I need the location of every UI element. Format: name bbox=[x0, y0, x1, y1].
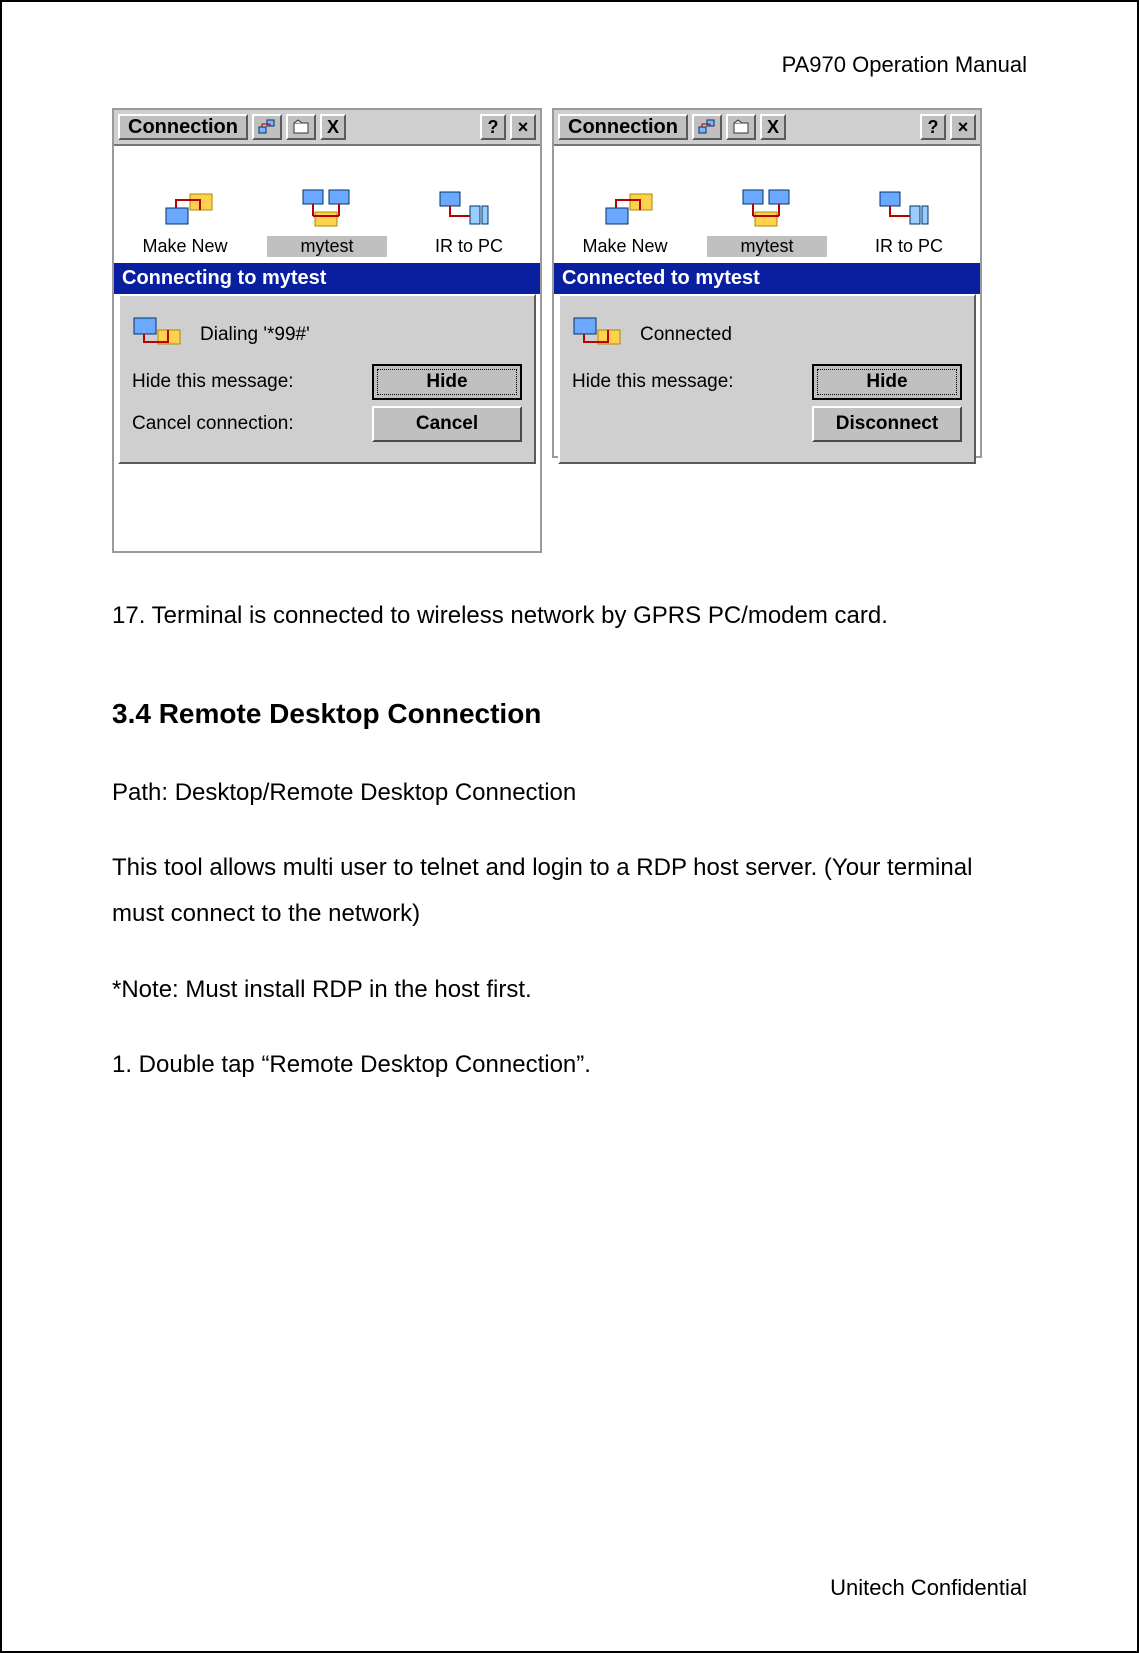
document-body: 17. Terminal is connected to wireless ne… bbox=[112, 593, 1027, 1088]
mytest-icon[interactable] bbox=[292, 184, 362, 232]
step-1: 1. Double tap “Remote Desktop Connection… bbox=[112, 1042, 1027, 1088]
make-new-icon[interactable] bbox=[155, 184, 225, 232]
close-button[interactable]: × bbox=[510, 114, 536, 140]
label-mytest: mytest bbox=[707, 236, 827, 257]
dialog-title-connected: Connected to mytest bbox=[554, 263, 980, 294]
net-status-icon[interactable] bbox=[692, 114, 722, 140]
connection-labels: Make New mytest IR to PC bbox=[114, 232, 540, 263]
dialog-body-connecting: Dialing '*99#' Hide this message: Hide C… bbox=[118, 294, 536, 464]
ir-to-pc-icon[interactable] bbox=[429, 184, 499, 232]
help-button[interactable]: ? bbox=[480, 114, 506, 140]
dialog-title-connecting: Connecting to mytest bbox=[114, 263, 540, 294]
make-new-icon[interactable] bbox=[595, 184, 665, 232]
modem-icon bbox=[132, 312, 184, 358]
dialog-body-connected: Connected Hide this message: Hide Discon… bbox=[558, 294, 976, 464]
net-status-icon[interactable] bbox=[252, 114, 282, 140]
help-button[interactable]: ? bbox=[920, 114, 946, 140]
cancel-button[interactable]: Cancel bbox=[372, 406, 522, 442]
label-ir-to-pc: IR to PC bbox=[849, 236, 969, 257]
screenshot-connected: Connection X ? × bbox=[552, 108, 982, 458]
label-make-new: Make New bbox=[125, 236, 245, 257]
step-17: 17. Terminal is connected to wireless ne… bbox=[112, 593, 1027, 639]
status-text: Connected bbox=[640, 324, 732, 346]
cancel-label: Cancel connection: bbox=[132, 413, 356, 435]
section-heading: 3.4 Remote Desktop Connection bbox=[112, 687, 1027, 740]
connection-icons bbox=[554, 146, 980, 232]
status-text: Dialing '*99#' bbox=[200, 324, 310, 346]
folder-icon[interactable] bbox=[286, 114, 316, 140]
label-ir-to-pc: IR to PC bbox=[409, 236, 529, 257]
disconnect-button[interactable]: Disconnect bbox=[812, 406, 962, 442]
label-make-new: Make New bbox=[565, 236, 685, 257]
screenshot-connecting: Connection X ? × bbox=[112, 108, 542, 553]
page-footer: Unitech Confidential bbox=[830, 1575, 1027, 1601]
hide-button[interactable]: Hide bbox=[812, 364, 962, 400]
window-title: Connection bbox=[558, 114, 688, 140]
hide-label: Hide this message: bbox=[572, 371, 796, 393]
ir-to-pc-icon[interactable] bbox=[869, 184, 939, 232]
connection-labels: Make New mytest IR to PC bbox=[554, 232, 980, 263]
path-line: Path: Desktop/Remote Desktop Connection bbox=[112, 770, 1027, 816]
mytest-icon[interactable] bbox=[732, 184, 802, 232]
titlebar: Connection X ? × bbox=[554, 110, 980, 146]
delete-button[interactable]: X bbox=[760, 114, 786, 140]
folder-icon[interactable] bbox=[726, 114, 756, 140]
section-desc: This tool allows multi user to telnet an… bbox=[112, 845, 1027, 936]
hide-button[interactable]: Hide bbox=[372, 364, 522, 400]
section-note: *Note: Must install RDP in the host firs… bbox=[112, 967, 1027, 1013]
page-header: PA970 Operation Manual bbox=[112, 52, 1027, 78]
titlebar: Connection X ? × bbox=[114, 110, 540, 146]
window-title: Connection bbox=[118, 114, 248, 140]
modem-icon bbox=[572, 312, 624, 358]
hide-label: Hide this message: bbox=[132, 371, 356, 393]
close-button[interactable]: × bbox=[950, 114, 976, 140]
screenshot-pair: Connection X ? × bbox=[112, 108, 1027, 553]
delete-button[interactable]: X bbox=[320, 114, 346, 140]
label-mytest: mytest bbox=[267, 236, 387, 257]
connection-icons bbox=[114, 146, 540, 232]
